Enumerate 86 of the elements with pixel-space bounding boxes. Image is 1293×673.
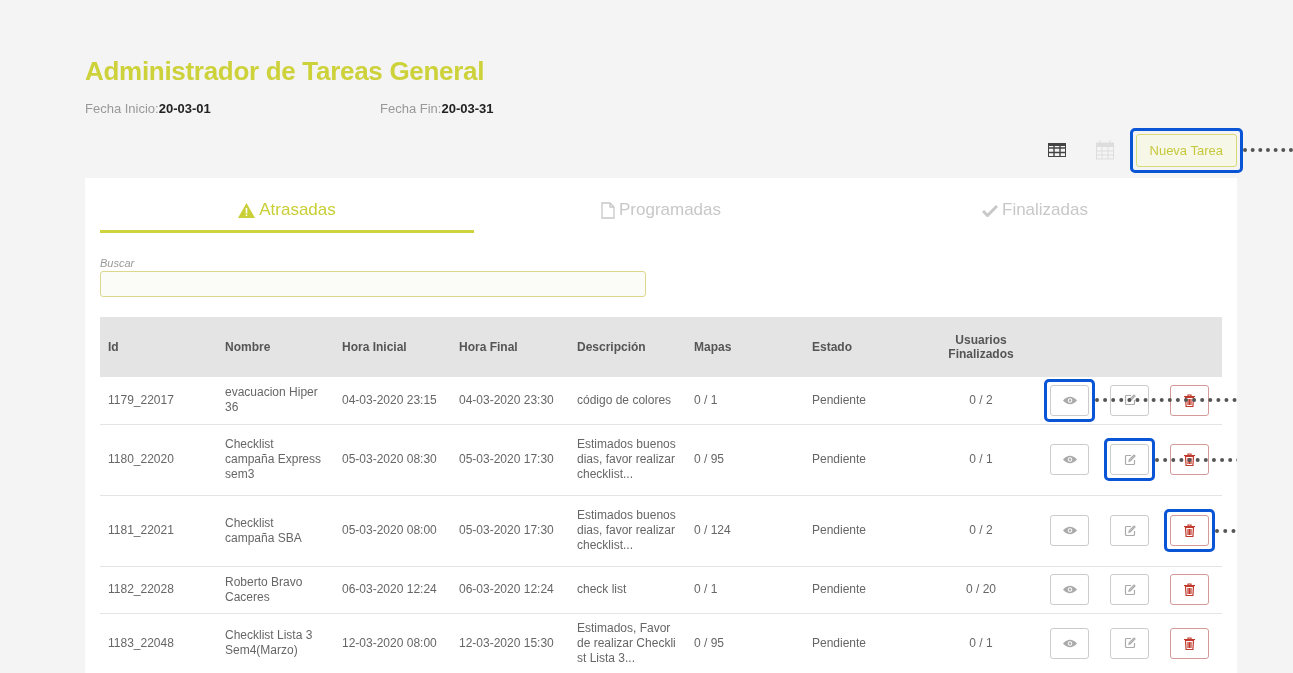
status-cell: Pendiente [812, 523, 867, 537]
end-time-cell: 05-03-2020 17:30 [459, 452, 554, 466]
maps-cell: 0 / 95 [694, 635, 725, 650]
check-icon [982, 203, 998, 217]
name-cell: evacuacion Hiper 36 [225, 385, 318, 415]
delete-button[interactable] [1170, 444, 1209, 475]
end-time-cell: 05-03-2020 17:30 [459, 523, 554, 537]
delete-button[interactable] [1170, 384, 1209, 416]
table-icon[interactable] [1047, 143, 1066, 157]
leader-line [1243, 148, 1293, 152]
end-time-cell: 06-03-2020 12:24 [459, 582, 554, 596]
trash-icon [1184, 636, 1195, 650]
name-cell: Checklist Lista 3 Sem4(Marzo) [225, 628, 313, 657]
edit-icon [1123, 453, 1136, 466]
start-time-cell: 06-03-2020 12:24 [342, 582, 437, 596]
status-cell: Pendiente [812, 452, 867, 466]
column-header: Usuarios Finalizados [948, 333, 1014, 361]
eye-icon [1062, 455, 1077, 464]
column-header: Descripción [577, 340, 646, 354]
start-time-cell: 05-03-2020 08:30 [342, 452, 437, 466]
status-cell: Pendiente [812, 392, 867, 407]
view-button[interactable] [1050, 384, 1089, 416]
id-cell: 1183_22048 [108, 635, 174, 650]
date-range-text: Fecha Fin:20-03-31 [380, 101, 495, 116]
end-time-cell: 04-03-2020 23:30 [459, 392, 554, 407]
description-cell: Estimados buenos dias, favor realizar checklist... [577, 437, 676, 481]
view-button[interactable] [1050, 444, 1089, 475]
eye-icon [1062, 395, 1077, 405]
eye-icon [1062, 638, 1077, 648]
view-button[interactable] [1050, 515, 1089, 546]
trash-icon [1184, 583, 1195, 596]
eye-icon [1062, 526, 1077, 535]
id-cell: 1179_22017 [108, 392, 174, 407]
delete-button[interactable] [1170, 515, 1209, 546]
end-time-cell: 12-03-2020 15:30 [459, 635, 554, 650]
search-field[interactable] [100, 271, 646, 297]
name-cell: Checklist campaña SBA [225, 515, 302, 545]
users-cell: 0 / 1 [969, 635, 993, 650]
users-cell: 0 / 1 [969, 452, 993, 466]
users-cell: 0 / 20 [966, 582, 996, 596]
description-cell: Estimados buenos dias, favor realizar checklist... [577, 508, 676, 552]
users-cell: 0 / 2 [969, 392, 993, 407]
eye-icon [1062, 585, 1077, 594]
description-cell: código de colores [577, 392, 672, 407]
date-range-text: Fecha Inicio:20-03-01 [85, 101, 212, 116]
maps-cell: 0 / 1 [694, 392, 718, 407]
maps-cell: 0 / 95 [694, 452, 725, 466]
new-task-button[interactable]: Nueva Tarea [1135, 133, 1237, 167]
edit-icon [1123, 394, 1136, 407]
start-time-cell: 05-03-2020 08:00 [342, 523, 437, 537]
name-cell: Roberto Bravo Caceres [225, 574, 303, 604]
trash-icon [1184, 453, 1195, 466]
document-icon [600, 201, 615, 219]
view-button[interactable] [1050, 627, 1089, 659]
edit-icon [1123, 524, 1136, 537]
edit-icon [1123, 637, 1136, 649]
column-header: Estado [812, 340, 852, 354]
id-cell: 1181_22021 [108, 523, 174, 537]
column-header: Hora Inicial [342, 340, 407, 354]
id-cell: 1180_22020 [108, 452, 174, 466]
tab[interactable]: Atrasadas [100, 192, 474, 233]
column-header: Nombre [225, 340, 271, 354]
status-cell: Pendiente [812, 635, 867, 650]
column-header: Id [108, 340, 119, 354]
warning-icon [238, 202, 256, 218]
status-cell: Pendiente [812, 582, 867, 596]
column-header: Hora Final [459, 340, 518, 354]
delete-button[interactable] [1170, 627, 1209, 659]
edit-button[interactable] [1110, 384, 1149, 416]
trash-icon [1184, 524, 1195, 537]
id-cell: 1182_22028 [108, 582, 174, 596]
column-header: Mapas [694, 340, 732, 354]
view-button[interactable] [1050, 574, 1089, 605]
start-time-cell: 04-03-2020 23:15 [342, 392, 437, 407]
name-cell: Checklist campaña Express sem3 [225, 437, 322, 481]
description-cell: check list [577, 582, 627, 596]
start-time-cell: 12-03-2020 08:00 [342, 635, 437, 650]
delete-button[interactable] [1170, 574, 1209, 605]
maps-cell: 0 / 124 [694, 523, 731, 537]
maps-cell: 0 / 1 [694, 582, 718, 596]
search-label: Buscar [100, 257, 136, 269]
trash-icon [1184, 393, 1195, 407]
users-cell: 0 / 2 [969, 523, 993, 537]
description-cell: Estimados, Favor de realizar Checkli st Lista 3... [577, 620, 676, 665]
edit-icon [1123, 583, 1136, 596]
page-title: Administrador de Tareas General [85, 56, 486, 87]
